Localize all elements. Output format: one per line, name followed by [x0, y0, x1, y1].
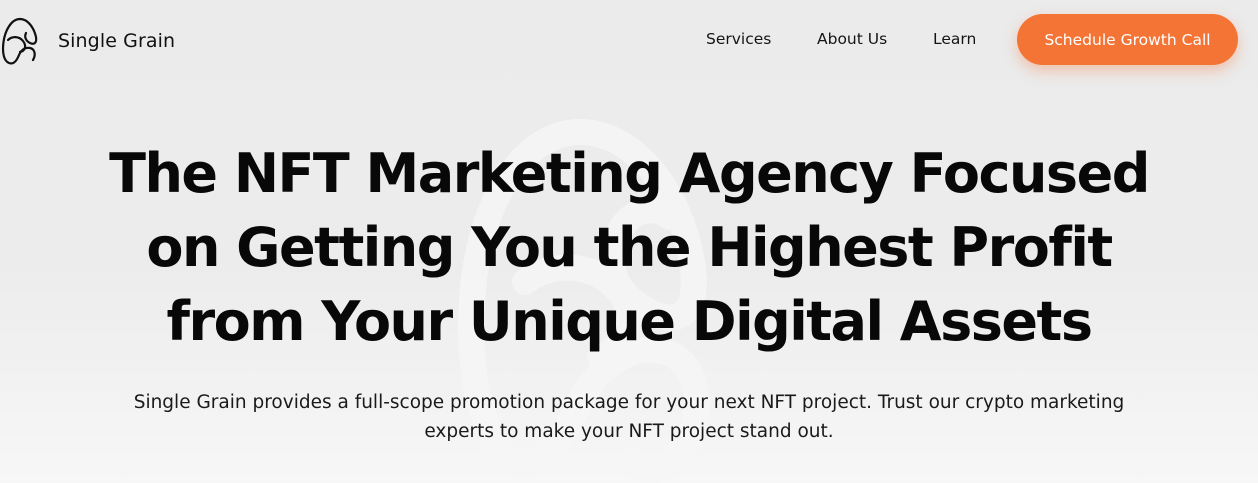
- nav-item-learn[interactable]: Learn: [933, 30, 976, 48]
- brand-name[interactable]: Single Grain: [58, 30, 175, 52]
- brand[interactable]: Single Grain: [0, 16, 175, 66]
- hero-subtitle: Single Grain provides a full-scope promo…: [133, 392, 1125, 442]
- site-header: Single Grain Services About Us Learn Sch…: [0, 0, 1258, 84]
- nav-item-services[interactable]: Services: [706, 30, 771, 48]
- nav-item-about-us[interactable]: About Us: [817, 30, 887, 48]
- hero-title: The NFT Marketing Agency Focused on Gett…: [109, 142, 1150, 353]
- single-grain-logo-icon[interactable]: [0, 16, 40, 66]
- schedule-growth-call-button[interactable]: Schedule Growth Call: [1017, 14, 1238, 65]
